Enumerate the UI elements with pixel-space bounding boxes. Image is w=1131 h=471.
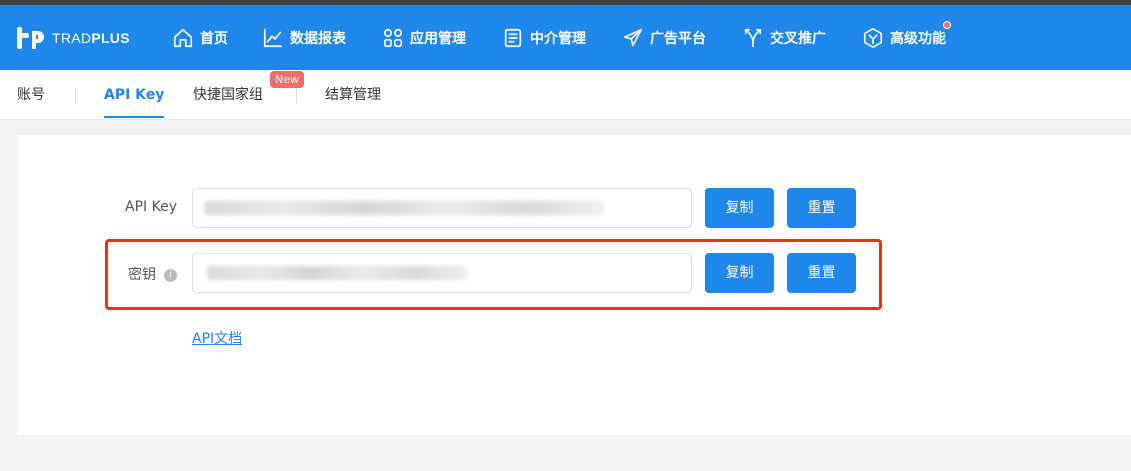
copy-api-key-button[interactable]: 复制 (705, 188, 774, 228)
hexagon-icon (863, 28, 883, 48)
nav-item-advanced[interactable]: 高级功能 (862, 23, 946, 53)
home-icon (173, 28, 193, 48)
logo-text: TRADPLUS (52, 30, 130, 46)
tab-divider (296, 88, 297, 104)
cross-arrows-icon (744, 28, 762, 48)
api-key-field[interactable] (192, 188, 692, 228)
nav-label-reports: 数据报表 (290, 31, 346, 47)
nav-label-advanced: 高级功能 (890, 31, 946, 47)
nav-item-apps[interactable]: 应用管理 (382, 23, 466, 53)
tradplus-logo-icon (17, 27, 44, 49)
secret-masked-value (207, 266, 467, 280)
tab-country-groups[interactable]: 快捷国家组 (193, 70, 263, 120)
secret-label: 密钥 (128, 267, 156, 283)
top-navbar: TRADPLUS 首页 数据报表 应用管理 中介管理 广告平台 交叉推广 高级功… (0, 5, 1131, 70)
info-icon[interactable]: i (164, 268, 177, 282)
nav-item-mediation[interactable]: 中介管理 (502, 23, 586, 53)
nav-item-ad-platform[interactable]: 广告平台 (622, 23, 706, 53)
nav-label-home: 首页 (200, 31, 228, 47)
secret-label-row: 密钥 i (100, 264, 177, 284)
chart-line-icon (263, 28, 283, 48)
tab-api-key[interactable]: API Key (104, 70, 165, 120)
paper-plane-icon (623, 28, 643, 47)
reset-secret-button[interactable]: 重置 (787, 253, 856, 293)
tab-divider (75, 88, 76, 104)
document-list-icon (504, 28, 522, 48)
sub-tabs: 账号 API Key 快捷国家组 结算管理 (0, 70, 1131, 120)
api-key-label: API Key (125, 199, 177, 215)
tradplus-logo[interactable]: TRADPLUS (16, 23, 130, 53)
copy-secret-button[interactable]: 复制 (705, 253, 774, 293)
nav-item-reports[interactable]: 数据报表 (262, 23, 346, 53)
grid-apps-icon (383, 28, 403, 48)
nav-item-cross-promo[interactable]: 交叉推广 (742, 23, 826, 53)
nav-label-apps: 应用管理 (410, 31, 466, 47)
nav-label-mediation: 中介管理 (530, 31, 586, 47)
new-badge: New (270, 71, 304, 88)
nav-label-cross-promo: 交叉推广 (770, 31, 826, 47)
nav-label-ad-platform: 广告平台 (650, 31, 706, 47)
notification-dot (943, 21, 951, 29)
nav-item-home[interactable]: 首页 (172, 23, 228, 53)
api-key-masked-value (205, 201, 605, 215)
secret-field[interactable] (192, 253, 692, 293)
tab-account[interactable]: 账号 (17, 70, 45, 120)
reset-api-key-button[interactable]: 重置 (787, 188, 856, 228)
api-docs-link[interactable]: API文档 (192, 328, 242, 348)
tab-settlement[interactable]: 结算管理 (325, 70, 381, 120)
